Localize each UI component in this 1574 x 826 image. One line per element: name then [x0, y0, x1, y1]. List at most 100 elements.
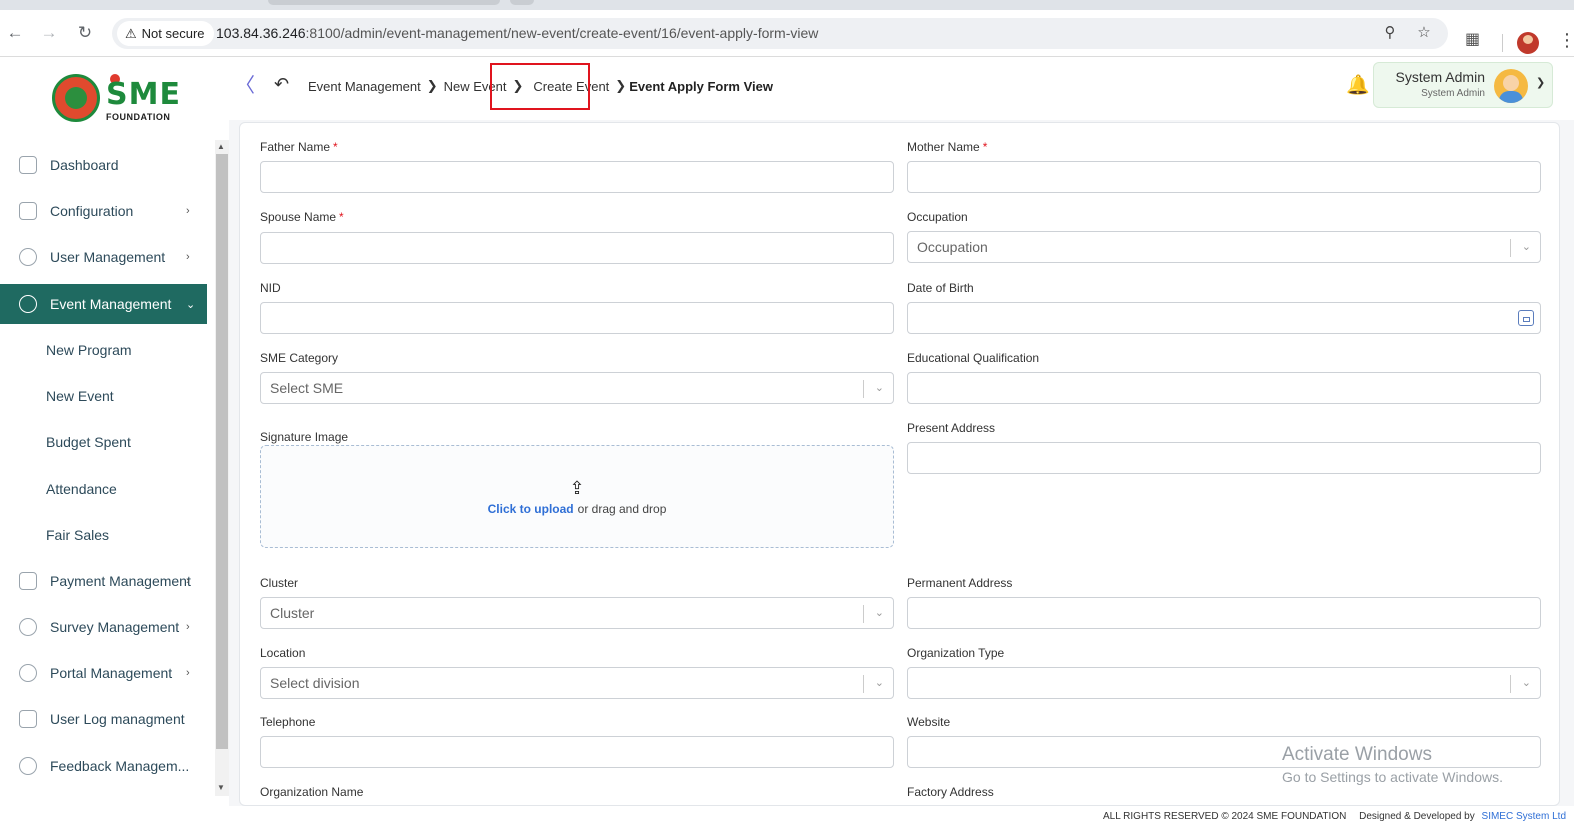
- chevron-right-icon: ›: [186, 575, 190, 587]
- main-content: Father Name * Mother Name * Spouse Name * O…: [229, 120, 1574, 806]
- chevron-right-icon: ›: [186, 251, 190, 263]
- toolbar-divider: [1502, 34, 1503, 52]
- mother-name-label: Mother Name *: [907, 140, 988, 154]
- undo-back-icon[interactable]: ↶: [274, 74, 289, 94]
- portal-icon: [19, 664, 37, 682]
- cluster-label: Cluster: [260, 576, 299, 590]
- scroll-down-icon[interactable]: ▼: [217, 783, 225, 792]
- browser-new-tab[interactable]: [510, 0, 534, 5]
- cluster-placeholder: Cluster: [270, 605, 315, 621]
- security-chip[interactable]: ⚠ Not secure: [117, 21, 214, 46]
- chevron-down-icon: ⌄: [1521, 241, 1531, 253]
- sidebar-item-label: Payment Management: [50, 573, 191, 589]
- spouse-name-input[interactable]: [260, 232, 894, 264]
- select-divider: [863, 675, 864, 693]
- survey-pie-icon: [19, 618, 37, 636]
- sidebar-subitem-new-event[interactable]: New Event: [46, 388, 114, 404]
- user-menu[interactable]: System Admin System Admin ❯: [1373, 62, 1553, 108]
- org-type-select[interactable]: ⌄: [907, 667, 1541, 699]
- profile-avatar-icon[interactable]: [1517, 32, 1539, 54]
- dob-input[interactable]: [907, 302, 1541, 334]
- sidebar-item-label: Dashboard: [50, 157, 119, 173]
- org-type-label: Organization Type: [907, 646, 1005, 660]
- calendar-icon[interactable]: [1518, 310, 1534, 326]
- reload-icon[interactable]: ↻: [74, 22, 96, 44]
- user-log-icon: [19, 710, 37, 728]
- sidebar-subitem-budget-spent[interactable]: Budget Spent: [46, 434, 131, 450]
- sidebar-scrollbar[interactable]: ▲ ▼: [215, 140, 229, 796]
- notification-bell-icon[interactable]: 🔔: [1346, 76, 1370, 96]
- browser-menu-icon[interactable]: ⋮: [1558, 30, 1574, 50]
- father-name-input[interactable]: [260, 161, 894, 193]
- location-label: Location: [260, 646, 306, 660]
- chevron-right-icon: ›: [186, 667, 190, 679]
- browser-tab[interactable]: [268, 0, 500, 5]
- org-name-label: Organization Name: [260, 785, 364, 799]
- select-divider: [863, 380, 864, 398]
- address-bar[interactable]: ⚠ Not secure 103.84.36.246:8100/admin/ev…: [112, 18, 1448, 49]
- sidebar-item-configuration[interactable]: Configuration ›: [0, 191, 207, 231]
- sidebar-item-label: Feedback Managem...: [50, 758, 190, 774]
- footer-developer-link[interactable]: SIMEC System Ltd: [1482, 811, 1566, 822]
- sidebar-item-event-management[interactable]: Event Management ⌄: [0, 284, 207, 324]
- spouse-name-label: Spouse Name *: [260, 210, 344, 224]
- upload-instructions: Click to upload or drag and drop: [487, 502, 667, 516]
- sme-category-placeholder: Select SME: [270, 380, 344, 396]
- select-divider: [1510, 675, 1511, 693]
- signature-upload-dropzone[interactable]: ⇪ Click to upload or drag and drop: [260, 445, 894, 548]
- sidebar-subitem-new-program[interactable]: New Program: [46, 342, 132, 358]
- browser-tab-strip: [0, 0, 1574, 10]
- back-arrow-icon[interactable]: ←: [4, 22, 26, 44]
- sidebar-item-dashboard[interactable]: Dashboard: [0, 145, 207, 185]
- sidebar-item-feedback-management[interactable]: Feedback Managem...: [0, 746, 207, 786]
- sme-category-select[interactable]: Select SME ⌄: [260, 372, 894, 404]
- cluster-select[interactable]: Cluster ⌄: [260, 597, 894, 629]
- occupation-placeholder: Occupation: [917, 239, 988, 255]
- bookmark-star-icon[interactable]: ☆: [1414, 23, 1434, 43]
- website-label: Website: [907, 715, 951, 729]
- location-select[interactable]: Select division ⌄: [260, 667, 894, 699]
- sidebar-item-payment-management[interactable]: Payment Management ›: [0, 561, 207, 601]
- upload-cloud-icon: ⇪: [569, 478, 585, 498]
- nid-input[interactable]: [260, 302, 894, 334]
- mother-name-input[interactable]: [907, 161, 1541, 193]
- select-divider: [1510, 239, 1511, 257]
- sidebar-item-portal-management[interactable]: Portal Management ›: [0, 653, 207, 693]
- chevron-right-icon: ❯: [615, 78, 627, 93]
- chevron-right-icon: ❯: [426, 78, 438, 93]
- sme-category-label: SME Category: [260, 351, 339, 365]
- sidebar-item-label: User Log managment: [50, 711, 185, 727]
- sidebar-collapse-icon[interactable]: 〈: [235, 76, 255, 96]
- sidebar-subitem-fair-sales[interactable]: Fair Sales: [46, 527, 109, 543]
- education-input[interactable]: [907, 372, 1541, 404]
- chevron-right-icon: ›: [186, 621, 190, 633]
- occupation-select[interactable]: Occupation ⌄: [907, 231, 1541, 263]
- sidebar-item-label: User Management: [50, 249, 166, 265]
- sidebar-item-user-log[interactable]: User Log managment: [0, 699, 207, 739]
- extensions-icon[interactable]: ▦: [1465, 30, 1480, 50]
- present-address-input[interactable]: [907, 442, 1541, 474]
- sidebar-item-user-management[interactable]: User Management ›: [0, 237, 207, 277]
- url-text[interactable]: 103.84.36.246:8100/admin/event-managemen…: [216, 18, 818, 49]
- click-to-upload-link[interactable]: Click to upload: [488, 502, 574, 516]
- permanent-address-input[interactable]: [907, 597, 1541, 629]
- factory-address-label: Factory Address: [907, 785, 994, 799]
- nid-label: NID: [260, 281, 281, 295]
- sidebar-item-survey-management[interactable]: Survey Management ›: [0, 607, 207, 647]
- scrollbar-thumb[interactable]: [216, 154, 228, 749]
- url-path: :8100/admin/event-management/new-event/c…: [305, 25, 819, 41]
- telephone-input[interactable]: [260, 736, 894, 768]
- breadcrumb-event-management[interactable]: Event Management: [308, 79, 421, 94]
- configuration-icon: [19, 202, 37, 220]
- sidebar-subitem-attendance[interactable]: Attendance: [46, 481, 117, 497]
- page-footer: ALL RIGHTS RESERVED © 2024 SME FOUNDATIO…: [0, 806, 1574, 826]
- zoom-icon[interactable]: ⚲: [1380, 23, 1400, 43]
- dashboard-icon: [19, 156, 37, 174]
- scroll-up-icon[interactable]: ▲: [217, 142, 225, 151]
- sme-foundation-logo[interactable]: SME FOUNDATION: [50, 72, 180, 124]
- occupation-label: Occupation: [907, 210, 968, 224]
- sidebar-item-label: Event Management: [50, 296, 172, 312]
- user-name: System Admin: [1395, 69, 1485, 85]
- app-header: SME FOUNDATION 〈 ↶ Event Management ❯ Ne…: [0, 58, 1574, 122]
- forward-arrow-icon[interactable]: →: [38, 22, 60, 44]
